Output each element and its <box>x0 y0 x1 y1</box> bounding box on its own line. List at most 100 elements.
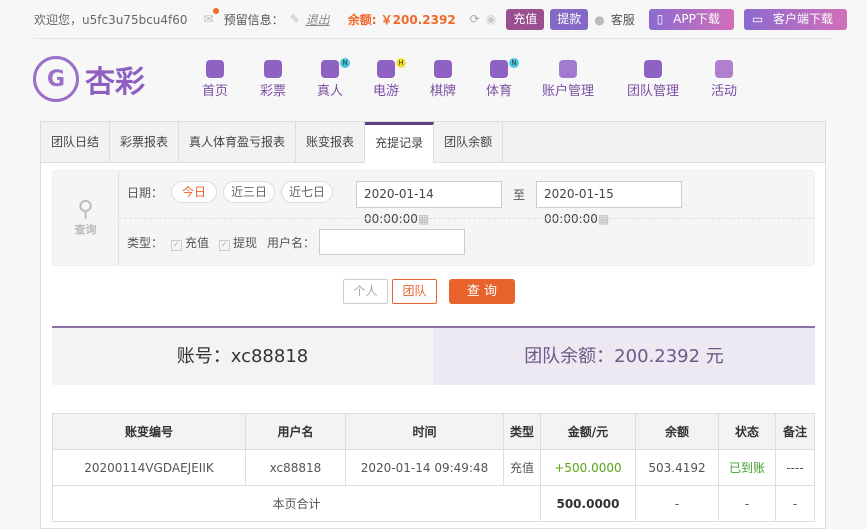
nav-item-2[interactable]: N 真人 <box>300 58 360 99</box>
nav-item-5[interactable]: N 体育 <box>469 58 529 99</box>
check-icon: ✓ <box>219 239 231 251</box>
total-balance: - <box>635 485 719 522</box>
column-header: 备注 <box>775 413 815 450</box>
total-note: - <box>775 485 815 522</box>
date-label: 日期： <box>127 185 164 200</box>
type-label: 类型： <box>127 235 164 250</box>
divider <box>119 218 815 219</box>
column-header: 账变编号 <box>52 413 246 450</box>
calendar-icon: ▦ <box>597 212 610 226</box>
column-header: 时间 <box>345 413 504 450</box>
welcome-text: 欢迎您，u5fc3u75bcu4f60 <box>34 12 188 27</box>
table-cell: 2020-01-14 09:49:48 <box>345 449 504 486</box>
yen-icon <box>559 60 577 78</box>
account-text: 账号：xc88818 <box>52 328 433 385</box>
personal-button[interactable]: 个人 <box>343 279 388 304</box>
column-header: 余额 <box>635 413 719 450</box>
table-cell: 已到账 <box>718 449 776 486</box>
service-link[interactable]: ● 客服 <box>594 11 641 28</box>
reserved-info-label: 预留信息： <box>223 12 284 27</box>
summary-band: 账号：xc88818 团队余额：200.2392 元 <box>52 326 815 385</box>
badge-h: H <box>396 58 406 68</box>
table-row: 20200114VGDAEJEIIK xc88818 2020-01-14 09:4… <box>52 449 815 486</box>
team-balance-text: 团队余额：200.2392 元 <box>433 328 815 385</box>
trophy-icon <box>490 60 508 78</box>
to-label: 至 <box>513 188 526 202</box>
withdraw-checkbox[interactable]: ✓ 提现 <box>219 234 257 251</box>
nav-item-4[interactable]: 棋牌 <box>413 60 473 99</box>
column-header: 状态 <box>718 413 776 450</box>
table-cell: 503.4192 <box>635 449 719 486</box>
top-bar: 欢迎您，u5fc3u75bcu4f60 ✉ 预留信息： ✎ 退出 余额: ￥20… <box>0 0 867 38</box>
nav-item-6[interactable]: 账户管理 <box>538 60 598 99</box>
end-date-input[interactable]: 2020-01-15 00:00:00▦ <box>536 181 682 226</box>
nav-item-0[interactable]: 首页 <box>185 60 245 99</box>
ticket-icon <box>264 60 282 78</box>
report-tabs: 团队日结 彩票报表 真人体育盈亏报表 账变报表 充提记录 团队余额 <box>41 122 825 163</box>
cards-icon <box>434 60 452 78</box>
total-label: 本页合计 <box>52 485 541 522</box>
tab-2[interactable]: 真人体育盈亏报表 <box>179 122 297 162</box>
tab-0[interactable]: 团队日结 <box>41 122 111 162</box>
logout-link[interactable]: 退出 <box>306 11 330 28</box>
seven-days-pill[interactable]: 近七日 <box>281 181 334 203</box>
tab-4[interactable]: 充提记录 <box>365 122 435 163</box>
table-cell: 充值 <box>503 449 541 486</box>
gamepad-icon <box>377 60 395 78</box>
column-header: 用户名 <box>245 413 346 450</box>
search-icon: ⚲ <box>77 197 94 222</box>
table-cell: 20200114VGDAEJEIIK <box>52 449 246 486</box>
monitor-icon: ▭ <box>751 11 768 26</box>
column-header: 类型 <box>503 413 541 450</box>
client-download-button[interactable]: ▭ 客户端下载 <box>743 8 848 30</box>
total-amount: 500.0000 <box>540 485 636 522</box>
withdraw-button[interactable]: 提款 <box>550 8 589 30</box>
phone-icon: ▯ <box>656 11 668 26</box>
deposit-button[interactable]: 充值 <box>506 8 545 30</box>
filter-box: ⚲ 查询 日期： 今日 近三日 近七日 2020-01-14 00:00:00▦… <box>52 170 815 266</box>
hide-icon[interactable]: ◉ <box>486 12 496 26</box>
three-days-pill[interactable]: 近三日 <box>223 181 276 203</box>
team-button[interactable]: 团队 <box>392 279 437 304</box>
nav-item-1[interactable]: 彩票 <box>243 60 303 99</box>
badge-n: N <box>340 58 350 68</box>
tab-5[interactable]: 团队余额 <box>434 122 504 162</box>
total-status: - <box>718 485 776 522</box>
app-download-button[interactable]: ▯ APP下载 <box>648 8 734 30</box>
column-header: 金额/元 <box>540 413 636 450</box>
total-row: 本页合计 500.0000- - - <box>52 485 815 522</box>
nav-item-8[interactable]: 活动 <box>694 60 754 99</box>
today-pill[interactable]: 今日 <box>171 181 218 203</box>
table-cell: xc88818 <box>245 449 346 486</box>
nav-item-3[interactable]: H 电游 <box>356 58 416 99</box>
logo-emblem-icon: G <box>33 56 79 102</box>
gift-icon <box>715 60 733 78</box>
search-side: ⚲ 查询 <box>53 171 119 265</box>
table-cell: +500.0000 <box>540 449 636 486</box>
username-label: 用户名： <box>267 235 316 250</box>
logo-text: 杏彩 <box>85 65 145 100</box>
tab-3[interactable]: 账变报表 <box>296 122 366 162</box>
calendar-icon: ▦ <box>417 212 430 226</box>
table-cell: ---- <box>775 449 815 486</box>
start-date-input[interactable]: 2020-01-14 00:00:00▦ <box>356 181 502 226</box>
home-icon <box>206 60 224 78</box>
balance-text: 余额: ￥200.2392 <box>347 12 456 27</box>
report-panel: 团队日结 彩票报表 真人体育盈亏报表 账变报表 充提记录 团队余额 ⚲ 查询 日期： 今日… <box>40 121 826 529</box>
logo[interactable]: G 杏彩 <box>33 56 145 102</box>
nav-item-7[interactable]: 团队管理 <box>623 60 683 99</box>
mail-icon[interactable]: ✉ <box>204 8 219 26</box>
deposit-checkbox[interactable]: ✓ 充值 <box>171 234 209 251</box>
query-button[interactable]: 查 询 <box>449 279 515 304</box>
check-icon: ✓ <box>171 239 183 251</box>
refresh-icon[interactable]: ⟳ <box>470 12 480 26</box>
search-side-label: 查询 <box>74 223 97 236</box>
edit-icon[interactable]: ✎ <box>290 12 300 26</box>
records-table: 账变编号 用户名 时间 类型 金额/元 余额 状态 备注 20200114VGDAEJEIIK… <box>52 413 815 522</box>
username-input[interactable] <box>319 229 466 255</box>
divider <box>34 38 834 39</box>
dealer-icon <box>321 60 339 78</box>
badge-n: N <box>509 58 519 68</box>
tab-1[interactable]: 彩票报表 <box>110 122 180 162</box>
team-icon <box>644 60 662 78</box>
